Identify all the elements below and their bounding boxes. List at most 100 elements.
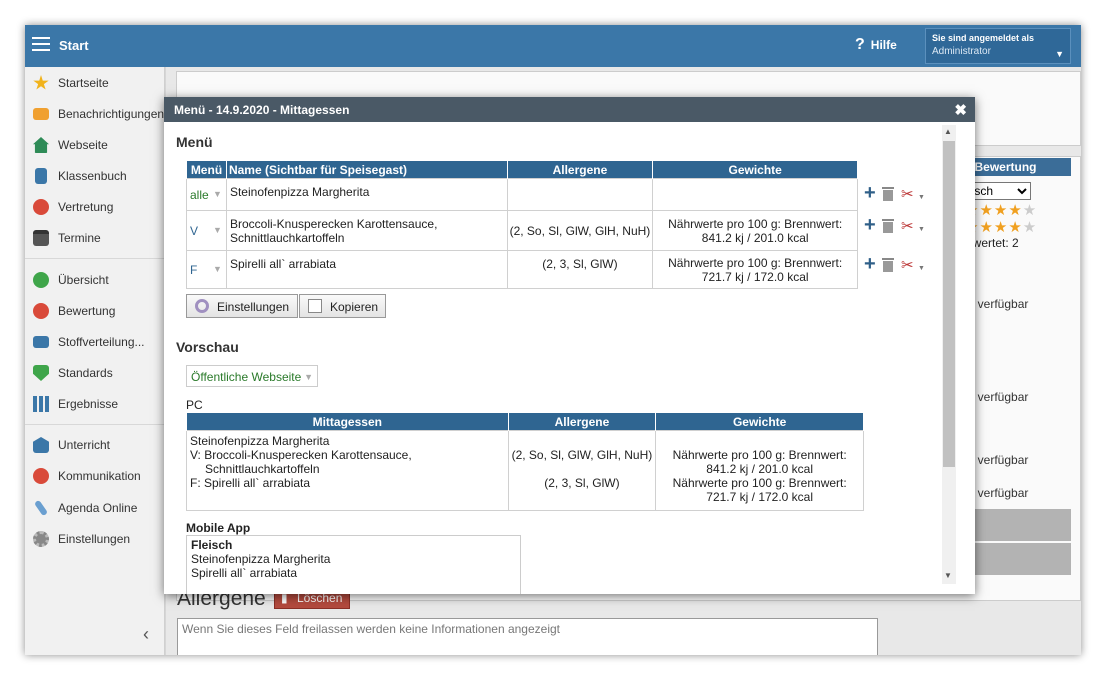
- sidebar-item-bewertung[interactable]: Bewertung: [25, 299, 165, 323]
- gewichte-cell: Nährwerte pro 100 g: Brennwert: 841.2 kj…: [655, 430, 864, 511]
- menu-value: V: [190, 223, 199, 238]
- trash-icon[interactable]: [882, 219, 894, 233]
- calendar-icon: [33, 230, 49, 246]
- preview-line: V: Broccoli-Knusperecken Karottensauce,: [190, 448, 412, 462]
- sidebar-item-label: Termine: [58, 231, 101, 245]
- tools-icon[interactable]: ✂: [901, 185, 914, 203]
- sidebar-item-startseite[interactable]: Startseite: [25, 71, 165, 95]
- mobile-category: Fleisch: [191, 538, 233, 552]
- add-icon[interactable]: +: [864, 215, 876, 235]
- sidebar-item-label: Agenda Online: [58, 501, 138, 515]
- sidebar-item-einstellungen[interactable]: Einstellungen: [25, 527, 165, 551]
- copy-icon: [308, 299, 322, 313]
- collapse-sidebar-icon[interactable]: ‹: [143, 624, 149, 645]
- sidebar-item-benachrichtigungen[interactable]: Benachrichtigungen: [25, 102, 165, 126]
- sidebar-item-stoffverteilung[interactable]: Stoffverteilung...: [25, 330, 165, 354]
- scroll-down-icon[interactable]: ▼: [944, 571, 952, 580]
- gewichte-cell: Nährwerte pro 100 g: Brennwert: 721.7 kj…: [652, 250, 858, 289]
- user-caption: Sie sind angemeldet als: [932, 33, 1035, 43]
- allergene-cell: (2, So, Sl, GlW, GlH, NuH): [506, 210, 654, 251]
- scrollbar-thumb[interactable]: [943, 141, 955, 467]
- preview-line: (2, So, Sl, GlW, GlH, NuH): [511, 448, 653, 462]
- sidebar-item-agenda-online[interactable]: Agenda Online: [25, 496, 165, 520]
- chevron-down-icon: ▼: [213, 188, 222, 199]
- sidebar-item-ergebnisse[interactable]: Ergebnisse: [25, 392, 165, 416]
- add-icon[interactable]: +: [864, 183, 876, 203]
- mobile-app-label: Mobile App: [186, 521, 251, 535]
- gewichte-cell: [652, 178, 858, 211]
- sidebar-item-label: Unterricht: [58, 438, 111, 452]
- sidebar-item-unterricht[interactable]: Unterricht: [25, 433, 165, 457]
- sidebar-item-standards[interactable]: Standards: [25, 361, 165, 385]
- shield-icon: [33, 365, 49, 381]
- sidebar-item-termine[interactable]: Termine: [25, 226, 165, 250]
- user-menu[interactable]: Sie sind angemeldet als Administrator ▼: [925, 28, 1071, 64]
- gear-icon: [33, 531, 49, 547]
- user-name: Administrator: [932, 46, 991, 57]
- table-row: Steinofenpizza Margherita V: Broccoli-Kn…: [186, 430, 864, 511]
- column-header: Allergene: [506, 160, 654, 179]
- column-header: Allergene: [507, 412, 657, 431]
- rating-stars: ★★★★★: [965, 202, 1038, 219]
- menu-dialog: Menü - 14.9.2020 - Mittagessen ✖ Menü Me…: [164, 97, 975, 594]
- sidebar-item-vertretung[interactable]: Vertretung: [25, 195, 165, 219]
- section-title-menu: Menü: [176, 134, 213, 150]
- section-title-vorschau: Vorschau: [176, 339, 239, 355]
- menu-select[interactable]: F ▼: [186, 250, 227, 289]
- rating-icon: [33, 303, 49, 319]
- kopieren-button[interactable]: Kopieren: [299, 294, 386, 318]
- star-icon: [33, 75, 49, 90]
- chevron-down-icon: ▼: [213, 224, 222, 235]
- tools-icon[interactable]: ✂: [901, 256, 914, 274]
- allergene-cell: (2, 3, Sl, GlW): [506, 250, 654, 289]
- select-value: Öffentliche Webseite: [191, 370, 302, 384]
- close-icon[interactable]: ✖: [954, 101, 967, 119]
- allergene-cell: (2, So, Sl, GlW, GlH, NuH) (2, 3, Sl, Gl…: [507, 430, 657, 511]
- button-label: Einstellungen: [217, 300, 290, 314]
- add-icon[interactable]: +: [864, 254, 876, 274]
- preview-line: Nährwerte pro 100 g: Brennwert:: [672, 476, 847, 490]
- app-title[interactable]: Start: [59, 38, 89, 53]
- trash-icon[interactable]: [882, 187, 894, 201]
- sidebar-item-label: Ergebnisse: [58, 397, 119, 411]
- sidebar-item-webseite[interactable]: Webseite: [25, 133, 165, 157]
- preview-line: Nährwerte pro 100 g: Brennwert:: [672, 448, 847, 462]
- trash-icon[interactable]: [882, 258, 894, 272]
- menu-select[interactable]: V ▼: [186, 210, 227, 251]
- sidebar: Startseite Benachrichtigungen Webseite K…: [25, 67, 165, 655]
- sidebar-item-klassenbuch[interactable]: Klassenbuch: [25, 164, 165, 188]
- allergene-cell: [506, 178, 654, 211]
- sidebar-item-label: Übersicht: [58, 273, 109, 287]
- allergene-textarea[interactable]: Wenn Sie dieses Feld freilassen werden k…: [177, 618, 878, 655]
- check-icon: [33, 272, 49, 288]
- briefcase-icon: [33, 336, 49, 348]
- row-actions: + ✂ ▼: [864, 254, 926, 274]
- name-cell: Spirelli all` arrabiata: [225, 250, 508, 289]
- preview-line: Steinofenpizza Margherita: [191, 552, 331, 566]
- menu-select[interactable]: alle ▼: [186, 178, 227, 211]
- help-link[interactable]: ? Hilfe: [855, 36, 897, 54]
- barchart-icon: [33, 396, 49, 412]
- dialog-header: Menü - 14.9.2020 - Mittagessen ✖: [164, 97, 975, 122]
- tools-icon[interactable]: ✂: [901, 217, 914, 235]
- menu-table: Menü Name (Sichtbar für Speisegast) Alle…: [186, 160, 858, 289]
- dialog-scrollbar[interactable]: ▲ ▼: [942, 125, 956, 584]
- row-actions: + ✂ ▼: [864, 215, 926, 235]
- menu-icon[interactable]: [32, 37, 50, 53]
- chevron-down-icon: ▼: [1055, 49, 1064, 59]
- sidebar-item-kommunikation[interactable]: Kommunikation: [25, 464, 165, 488]
- book-icon: [35, 168, 47, 184]
- preview-line: 841.2 kj / 201.0 kcal: [706, 462, 814, 476]
- table-row: F ▼ Spirelli all` arrabiata (2, 3, Sl, Gl…: [186, 250, 858, 289]
- scroll-up-icon[interactable]: ▲: [944, 127, 952, 136]
- column-header: Gewichte: [652, 160, 858, 179]
- person-icon: [33, 199, 49, 215]
- column-header: Mittagessen: [186, 412, 509, 431]
- mail-icon: [33, 108, 49, 120]
- einstellungen-button[interactable]: Einstellungen: [186, 294, 298, 318]
- sidebar-item-uebersicht[interactable]: Übersicht: [25, 268, 165, 292]
- preview-target-select[interactable]: Öffentliche Webseite ▼: [186, 365, 318, 387]
- preview-line: F: Spirelli all` arrabiata: [190, 476, 311, 490]
- sidebar-item-label: Stoffverteilung...: [58, 335, 145, 349]
- column-header: Name (Sichtbar für Speisegast): [225, 160, 508, 179]
